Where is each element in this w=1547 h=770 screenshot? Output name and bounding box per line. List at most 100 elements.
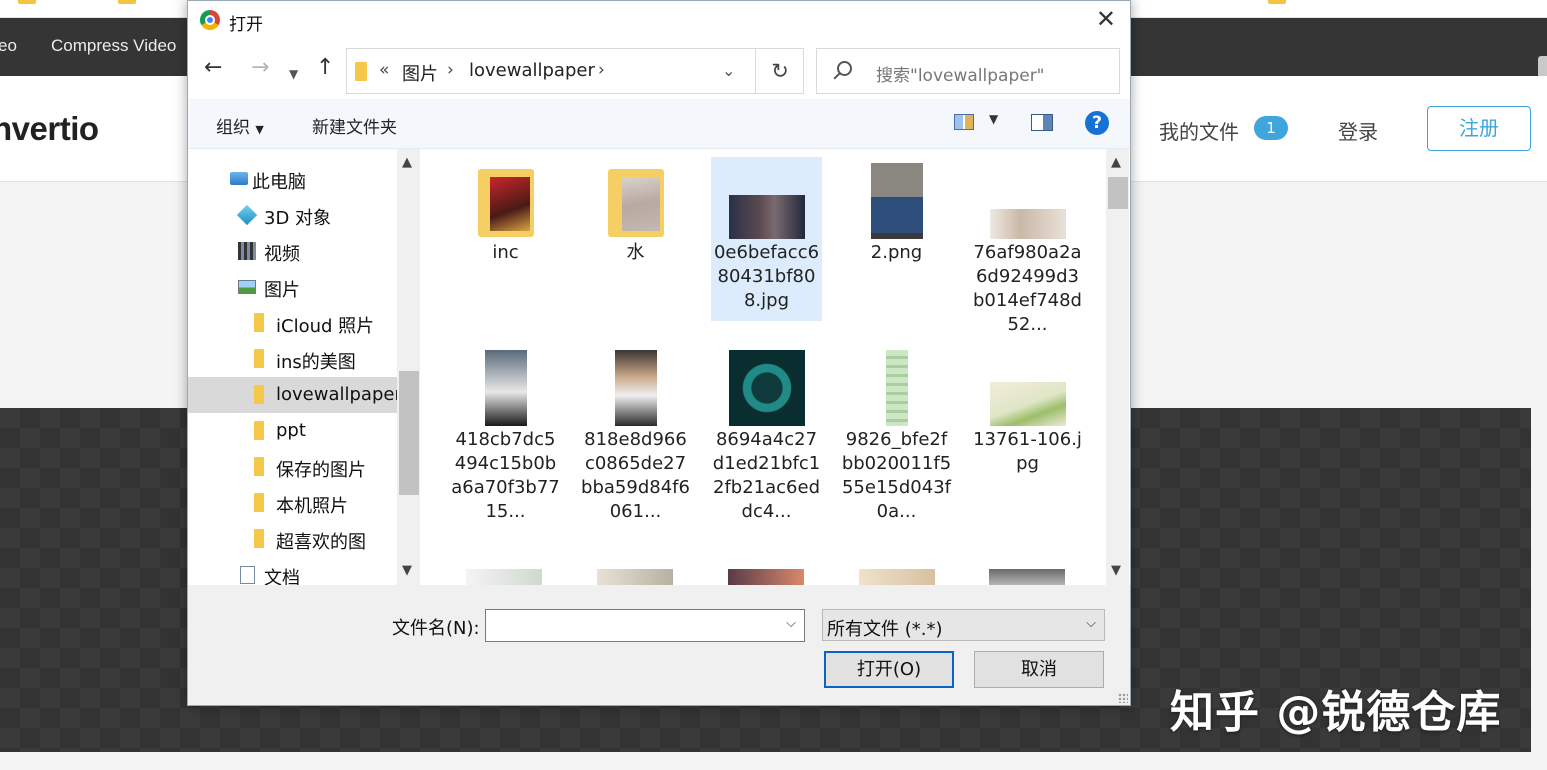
tree-item-documents[interactable]: 文档 (188, 557, 398, 585)
organize-label: 组织 (216, 118, 250, 138)
file-tile-8694a4c2[interactable]: 8694a4c27d1ed21bfc12fb21ac6eddc4... (711, 344, 822, 522)
image-thumbnail-partial[interactable] (597, 569, 673, 585)
file-name: inc (492, 242, 519, 263)
scroll-up-icon[interactable]: ▲ (402, 155, 412, 170)
open-button[interactable]: 打开(O) (824, 651, 954, 688)
folder-icon (355, 62, 367, 81)
file-list: inc 水 0e6befacc680431bf808.jpg 2.png 76a… (424, 149, 1106, 585)
my-files-link[interactable]: 我的文件 (1159, 116, 1239, 145)
bookmark-folder-icon[interactable] (1268, 0, 1286, 4)
tree-item-label: iCloud 照片 (276, 316, 375, 337)
cancel-button[interactable]: 取消 (974, 651, 1104, 688)
dialog-titlebar[interactable]: 打开 ✕ (188, 1, 1130, 39)
filename-label: 文件名(N): (392, 618, 480, 639)
address-dropdown-icon[interactable]: ⌄ (722, 61, 735, 80)
file-tile-9826-bfe2[interactable]: 9826_bfe2fbb020011f555e15d043f0a... (841, 344, 952, 522)
file-list-scrollbar[interactable]: ▲ ▼ (1106, 149, 1129, 585)
tree-item-ppt[interactable]: ppt (188, 413, 398, 449)
tree-item-videos[interactable]: 视频 (188, 233, 398, 269)
preview-pane-icon[interactable] (1031, 114, 1053, 131)
breadcrumb-lovewallpaper[interactable]: lovewallpaper (469, 60, 595, 81)
address-bar[interactable]: « 图片 › lovewallpaper › ⌄ ↻ (346, 48, 804, 94)
nav-pane-scrollbar[interactable]: ▲ ▼ (397, 149, 420, 585)
file-tile-water[interactable]: 水 (580, 157, 691, 321)
file-tile-0e6befacc[interactable]: 0e6befacc680431bf808.jpg (711, 157, 822, 321)
image-thumbnail (728, 350, 805, 426)
folder-icon (254, 349, 264, 368)
file-list-scroll-thumb[interactable] (1108, 177, 1128, 209)
folder-icon (254, 493, 264, 512)
new-folder-button[interactable]: 新建文件夹 (312, 113, 397, 138)
dialog-footer: 文件名(N): ⌵ 所有文件 (*.*) ⌵ 打开(O) 取消 (188, 585, 1130, 705)
nav-link-video[interactable]: eo (0, 36, 17, 56)
folder-icon (254, 421, 264, 440)
close-icon[interactable]: ✕ (1096, 7, 1116, 31)
chevron-down-icon: ▼ (255, 123, 264, 136)
scroll-down-icon[interactable]: ▼ (1111, 563, 1121, 578)
resize-grip-icon[interactable] (1118, 693, 1128, 703)
bookmark-folder-icon[interactable] (118, 0, 136, 4)
file-tile-2-png[interactable]: 2.png (841, 157, 952, 321)
image-thumbnail-partial[interactable] (466, 569, 542, 585)
document-icon (240, 566, 255, 584)
file-tile-818e8d96[interactable]: 818e8d966c0865de27bba59d84f6061... (580, 344, 691, 522)
back-arrow-icon[interactable]: ← (204, 57, 222, 79)
tree-item-this-pc[interactable]: 此电脑 (188, 161, 398, 197)
open-file-dialog: 打开 ✕ ← → ▼ ↑ « 图片 › lovewallpaper › ⌄ ↻ … (187, 0, 1131, 706)
filename-input[interactable]: ⌵ (485, 609, 805, 642)
3d-objects-icon (236, 204, 258, 226)
folder-icon (477, 169, 534, 237)
file-name: 水 (626, 242, 645, 263)
tree-item-camera-roll[interactable]: 本机照片 (188, 485, 398, 521)
up-arrow-icon[interactable]: ↑ (316, 57, 334, 79)
folder-icon (607, 169, 664, 237)
tree-item-label: 文档 (264, 568, 300, 585)
image-thumbnail (885, 350, 908, 426)
tree-item-pictures[interactable]: 图片 (188, 269, 398, 305)
site-logo[interactable]: nvertio (0, 110, 99, 148)
command-bar: 组织 ▼ 新建文件夹 ▼ ? (188, 99, 1130, 149)
image-thumbnail-partial[interactable] (989, 569, 1065, 585)
help-icon[interactable]: ? (1085, 111, 1109, 135)
file-type-select[interactable]: 所有文件 (*.*) ⌵ (822, 609, 1105, 641)
tree-item-saved-pictures[interactable]: 保存的图片 (188, 449, 398, 485)
nav-pane-scroll-thumb[interactable] (399, 371, 419, 495)
scroll-up-icon[interactable]: ▲ (1111, 155, 1121, 170)
tree-item-lovewallpaper[interactable]: lovewallpaper (188, 377, 402, 413)
forward-arrow-icon[interactable]: → (251, 57, 269, 79)
folder-icon (254, 529, 264, 548)
search-input[interactable]: 搜索"lovewallpaper" (816, 48, 1120, 94)
file-tile-418cb7dc[interactable]: 418cb7dc5494c15b0ba6a70f3b7715... (450, 344, 561, 522)
file-tile-76af980a[interactable]: 76af980a2a6d92499d3b014ef748d52... (972, 157, 1083, 335)
recent-locations-chevron-icon[interactable]: ▼ (289, 63, 298, 85)
breadcrumb-chevron-icon[interactable]: › (447, 60, 454, 80)
refresh-icon[interactable]: ↻ (755, 49, 804, 93)
tree-item-3d-objects[interactable]: 3D 对象 (188, 197, 398, 233)
folder-icon (254, 385, 264, 404)
image-thumbnail (989, 209, 1066, 239)
organize-menu[interactable]: 组织 ▼ (216, 113, 264, 138)
tree-item-label: 此电脑 (252, 172, 306, 193)
view-options-chevron-icon[interactable]: ▼ (989, 112, 998, 126)
file-tile-13761-106[interactable]: 13761-106.jpg (972, 344, 1083, 508)
image-thumbnail-partial[interactable] (728, 569, 804, 585)
file-name: 0e6befacc680431bf808.jpg (713, 242, 820, 311)
pictures-icon (238, 280, 256, 294)
login-link[interactable]: 登录 (1338, 116, 1378, 145)
breadcrumb-pictures[interactable]: 图片 (402, 60, 438, 86)
image-thumbnail-partial[interactable] (859, 569, 935, 585)
bookmark-folder-icon[interactable] (18, 0, 36, 4)
tree-item-label: 3D 对象 (264, 208, 332, 229)
change-view-icon[interactable] (954, 114, 974, 130)
file-name: 8694a4c27d1ed21bfc12fb21ac6eddc4... (712, 429, 821, 522)
path-overflow-icon[interactable]: « (379, 60, 389, 80)
signup-button[interactable]: 注册 (1427, 106, 1531, 151)
nav-link-compress-video[interactable]: Compress Video (51, 36, 176, 56)
breadcrumb-chevron-icon[interactable]: › (598, 60, 605, 80)
tree-item-ins-pictures[interactable]: ins的美图 (188, 341, 398, 377)
scroll-down-icon[interactable]: ▼ (402, 563, 412, 578)
chevron-down-icon[interactable]: ⌵ (786, 616, 796, 631)
tree-item-icloud-photos[interactable]: iCloud 照片 (188, 305, 398, 341)
file-tile-inc[interactable]: inc (450, 157, 561, 321)
tree-item-favorite-pictures[interactable]: 超喜欢的图 (188, 521, 398, 557)
